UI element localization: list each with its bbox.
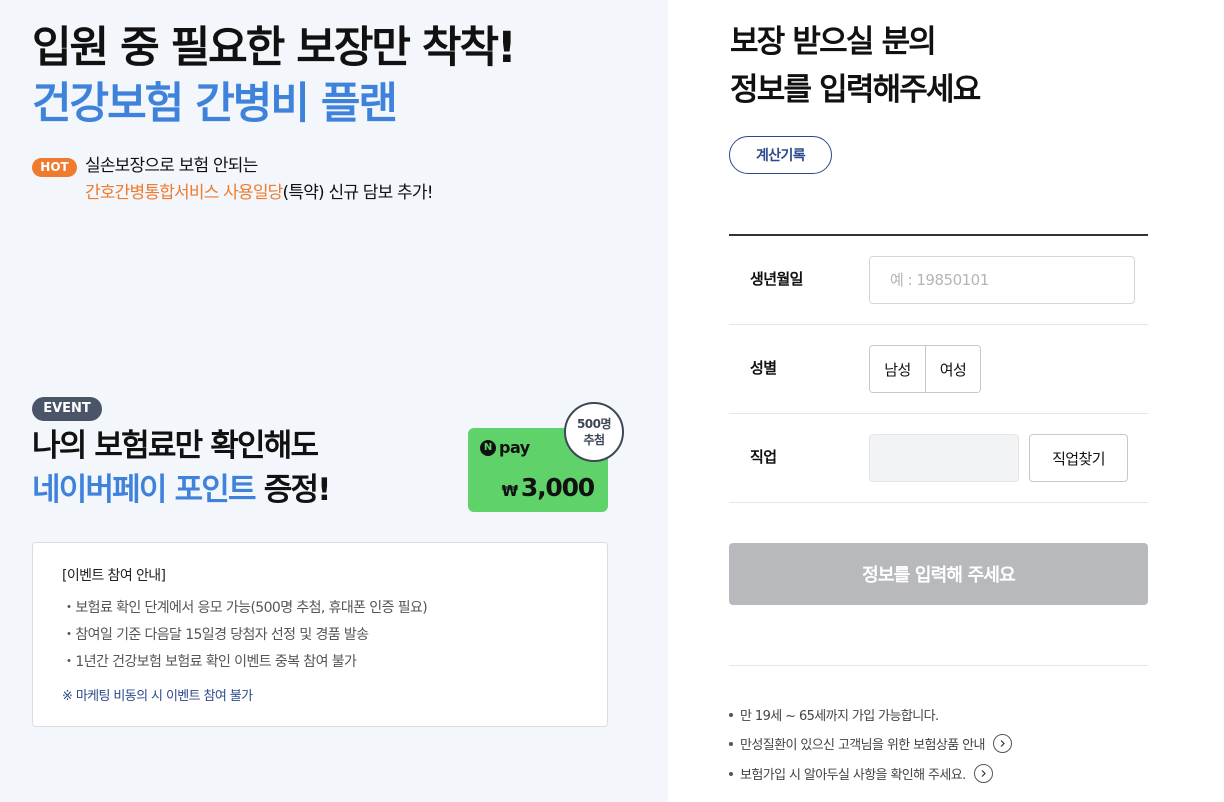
gender-label: 성별	[750, 359, 777, 377]
birth-date-input[interactable]	[869, 256, 1135, 304]
form-title-line2: 정보를 입력해주세요	[730, 72, 981, 108]
job-field[interactable]	[869, 434, 1019, 482]
hot-text-line2: 간호간병통합서비스 사용일당(특약) 신규 담보 추가!	[85, 181, 434, 205]
gender-female-button[interactable]: 여성	[925, 346, 980, 392]
npay-logo: N pay	[480, 438, 530, 457]
birth-label: 생년월일	[750, 270, 803, 288]
npay-amount-value: 3,000	[520, 473, 595, 502]
row-divider	[729, 413, 1148, 414]
guide-item: ・참여일 기준 다음달 15일경 당첨자 선정 및 경품 발송	[62, 627, 369, 643]
guide-title: [이벤트 참여 안내]	[62, 568, 166, 584]
bullet-icon	[729, 712, 733, 717]
event-badge: EVENT	[32, 397, 102, 421]
submit-button[interactable]: 정보를 입력해 주세요	[729, 543, 1148, 605]
notice-text: 만 19세 ~ 65세까지 가입 가능합니다.	[740, 709, 939, 724]
notice-item: 만 19세 ~ 65세까지 가입 가능합니다.	[729, 705, 939, 724]
event-rest: 증정!	[254, 472, 332, 508]
hot-highlight: 간호간병통합서비스 사용일당	[85, 183, 283, 203]
notice-divider	[729, 665, 1148, 666]
form-divider	[729, 234, 1148, 236]
hero-title: 입원 중 필요한 보장만 착착!	[32, 23, 517, 73]
notice-item: 만성질환이 있으신 고객님을 위한 보험상품 안내	[729, 734, 1012, 753]
notice-item: 보험가입 시 알아두실 사항을 확인해 주세요.	[729, 764, 993, 783]
event-highlight: 네이버페이 포인트	[32, 472, 257, 508]
job-label: 직업	[750, 448, 777, 466]
won-symbol: ₩	[501, 482, 519, 500]
bullet-icon	[729, 741, 733, 746]
gender-male-button[interactable]: 남성	[870, 346, 925, 392]
guide-note: ※ 마케팅 비동의 시 이벤트 참여 불가	[62, 689, 253, 704]
stamp-count: 500명	[576, 417, 612, 431]
form-title-line1: 보장 받으실 분의	[730, 24, 937, 60]
notice-text: 만성질환이 있으신 고객님을 위한 보험상품 안내	[740, 738, 985, 753]
event-guide-box: [이벤트 참여 안내] ・보험료 확인 단계에서 응모 가능(500명 추첨, …	[32, 542, 608, 727]
hot-text-line1: 실손보장으로 보험 안되는	[85, 156, 258, 176]
gender-toggle: 남성 여성	[869, 345, 981, 393]
guide-item: ・보험료 확인 단계에서 응모 가능(500명 추첨, 휴대폰 인증 필요)	[62, 600, 428, 616]
info-form-panel: 보장 받으실 분의 정보를 입력해주세요 계산기록 생년월일 성별 남성 여성 …	[668, 0, 1224, 802]
guide-item: ・1년간 건강보험 보험료 확인 이벤트 중복 참여 불가	[62, 654, 357, 670]
winner-stamp: 500명 추첨	[564, 402, 624, 462]
form-title: 보장 받으실 분의 정보를 입력해주세요	[730, 18, 981, 114]
hero-subtitle: 건강보험 간병비 플랜	[32, 79, 398, 129]
stamp-label: 추첨	[583, 433, 605, 447]
chevron-right-icon[interactable]	[973, 764, 993, 783]
naver-n-icon: N	[480, 439, 496, 456]
hot-rest: (특약) 신규 담보 추가!	[282, 183, 434, 203]
npay-label: pay	[499, 438, 530, 457]
hot-badge: HOT	[32, 158, 77, 177]
row-divider	[729, 502, 1148, 503]
calc-history-button[interactable]: 계산기록	[729, 136, 832, 174]
job-search-button[interactable]: 직업찾기	[1029, 434, 1128, 482]
row-divider	[729, 324, 1148, 325]
event-headline-line1: 나의 보험료만 확인해도	[32, 428, 319, 464]
event-headline-line2: 네이버페이 포인트 증정!	[32, 469, 332, 511]
npay-amount: ₩3,000	[501, 473, 596, 502]
chevron-right-icon[interactable]	[992, 734, 1012, 753]
bullet-icon	[729, 771, 733, 776]
notice-text: 보험가입 시 알아두실 사항을 확인해 주세요.	[740, 768, 966, 783]
promo-panel: 입원 중 필요한 보장만 착착! 건강보험 간병비 플랜 HOT 실손보장으로 …	[0, 0, 668, 802]
